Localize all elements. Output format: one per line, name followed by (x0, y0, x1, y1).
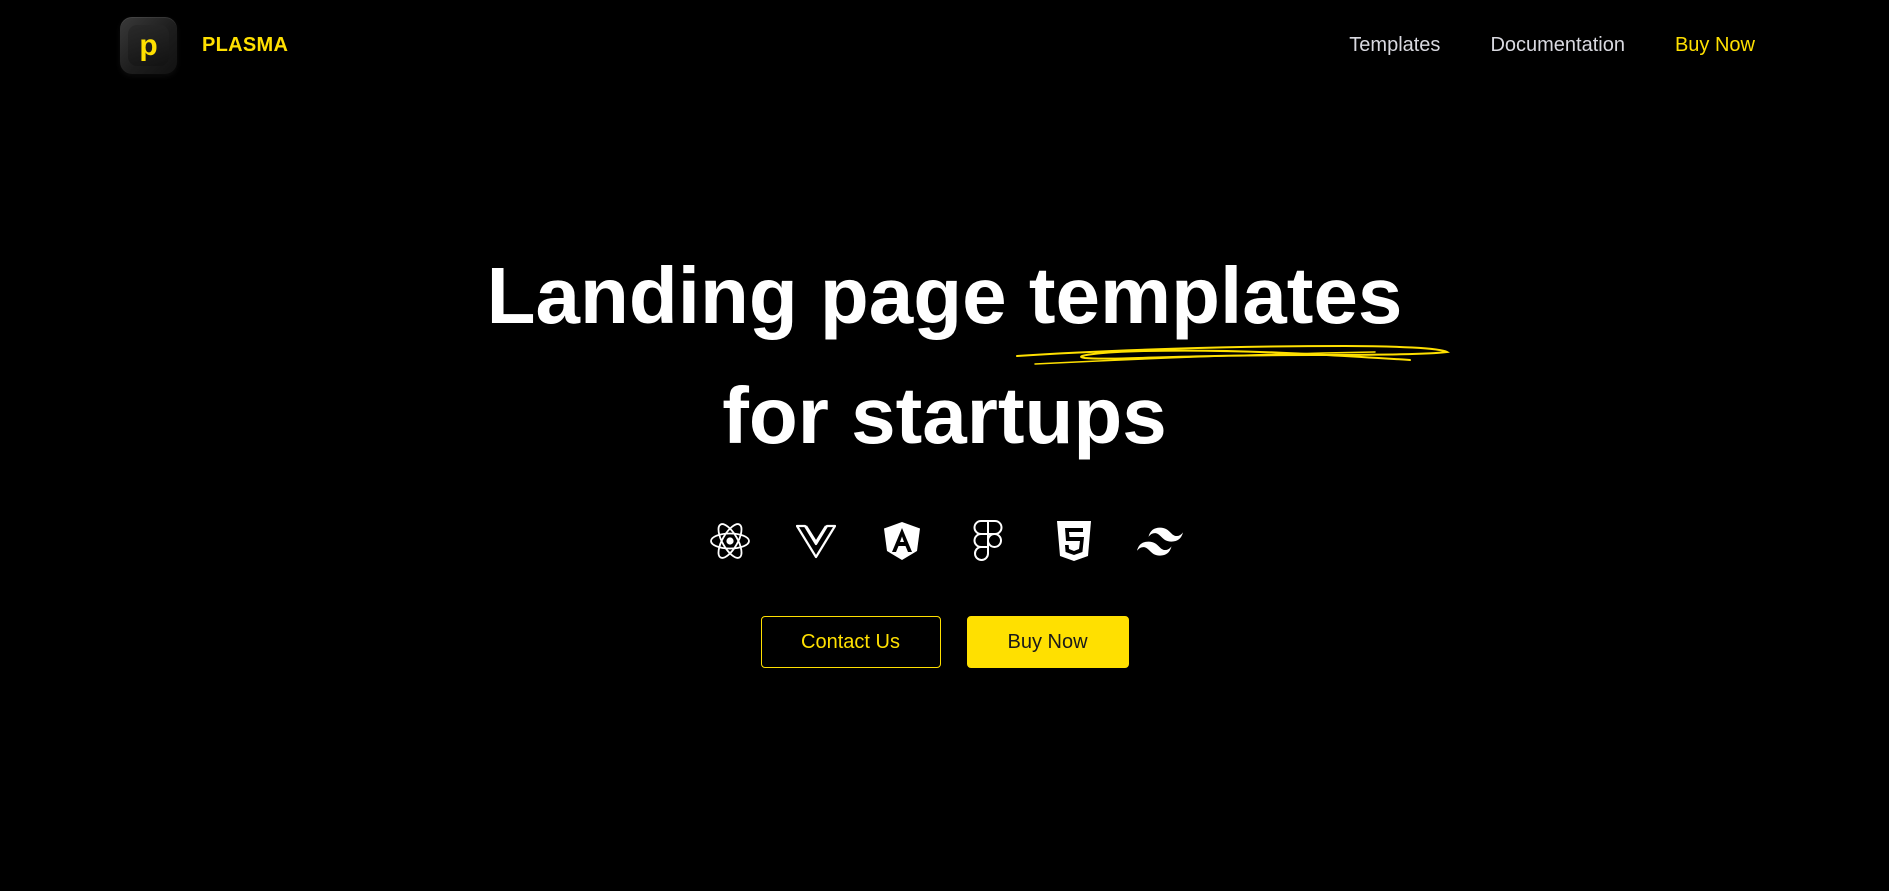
hero-title-line-1: Landing page templates (486, 251, 1403, 340)
html5-icon (1051, 520, 1097, 562)
hero-title-line-2: for startups (722, 371, 1167, 460)
tech-stack-icons (0, 520, 1889, 562)
nav-link-templates[interactable]: Templates (1349, 34, 1440, 57)
tailwind-icon (1136, 520, 1183, 562)
landing-page: p PLASMA Templates Documentation Buy Now… (0, 0, 1889, 891)
nav-links: Templates Documentation Buy Now (1349, 34, 1755, 57)
contact-us-button[interactable]: Contact Us (760, 616, 941, 668)
cta-buttons: Contact Us Buy Now (0, 616, 1889, 668)
react-icon (707, 520, 753, 562)
angular-icon (879, 520, 925, 562)
hero-title: Landing page templates for startups (0, 236, 1889, 476)
vue-icon (793, 520, 839, 562)
nav-link-documentation[interactable]: Documentation (1490, 34, 1625, 57)
buy-now-button[interactable]: Buy Now (966, 616, 1129, 668)
logo-letter: p (128, 25, 169, 66)
scribble-underline-icon (1016, 344, 1450, 365)
nav-link-buy-now[interactable]: Buy Now (1675, 34, 1755, 57)
top-nav: p PLASMA Templates Documentation Buy Now (0, 0, 1889, 92)
brand-name[interactable]: PLASMA (202, 34, 288, 57)
figma-icon (965, 520, 1011, 562)
logo[interactable]: p (120, 17, 177, 74)
